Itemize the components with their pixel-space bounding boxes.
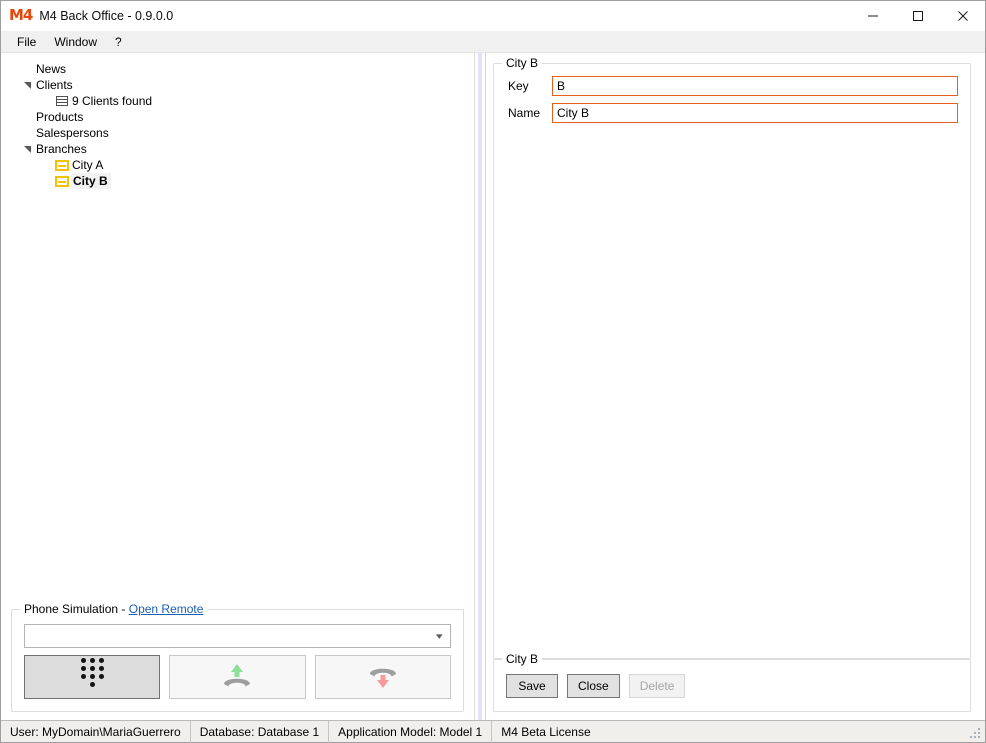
tree-item-clients[interactable]: Clients — [1, 77, 474, 93]
detail-groupbox: City B Key Name — [493, 56, 971, 659]
branch-icon — [53, 173, 71, 189]
status-bar: User: MyDomain\MariaGuerrero Database: D… — [1, 720, 985, 743]
key-input[interactable] — [552, 76, 958, 96]
menu-item-help[interactable]: ? — [107, 32, 130, 52]
grid-icon — [53, 93, 71, 109]
answer-call-button[interactable] — [169, 655, 306, 699]
status-user: User: MyDomain\MariaGuerrero — [1, 720, 191, 743]
name-input[interactable] — [552, 103, 958, 123]
close-icon[interactable] — [940, 1, 985, 31]
open-remote-link[interactable]: Open Remote — [129, 602, 204, 616]
pane-splitter[interactable] — [475, 53, 487, 720]
tree-item-label: City A — [72, 158, 104, 172]
save-button[interactable]: Save — [506, 674, 558, 698]
field-row-name: Name — [506, 103, 958, 123]
expander-placeholder — [19, 125, 35, 141]
phone-line-select[interactable]: ▾ — [24, 624, 451, 648]
hangup-call-button[interactable] — [314, 655, 451, 699]
title-bar-left: M4 M4 Back Office - 0.9.0.0 — [1, 8, 173, 24]
expander-expanded-icon[interactable] — [19, 141, 35, 157]
detail-form-wrapper: City B Key Name — [487, 53, 985, 659]
action-button-row: Save Close Delete — [506, 674, 958, 698]
tree-item-label: Salespersons — [36, 126, 109, 140]
tree-item-city-b[interactable]: City B — [1, 173, 474, 189]
name-field-label: Name — [508, 106, 541, 120]
menu-item-window[interactable]: Window — [46, 32, 105, 52]
detail-groupbox-title: City B — [502, 56, 543, 70]
keypad-icon — [80, 658, 104, 696]
window-controls — [850, 1, 985, 31]
expander-placeholder — [37, 173, 53, 189]
phone-simulation-panel: Phone Simulation - Open Remote ▾ — [1, 602, 474, 720]
tree-item-label: Branches — [36, 142, 87, 156]
window-title: M4 Back Office - 0.9.0.0 — [39, 9, 174, 23]
left-pane: News Clients 9 Clients found Products Salesp… — [1, 53, 475, 720]
tree-item-label: News — [36, 62, 67, 76]
status-license: M4 Beta License — [501, 724, 591, 739]
tree-item-salespersons[interactable]: Salespersons — [1, 125, 474, 141]
key-field-label: Key — [508, 79, 529, 93]
title-bar: M4 M4 Back Office - 0.9.0.0 — [1, 1, 985, 31]
phone-simulation-groupbox: Phone Simulation - Open Remote ▾ — [11, 602, 464, 712]
main-content: News Clients 9 Clients found Products Salesp… — [1, 53, 985, 720]
app-window: M4 M4 Back Office - 0.9.0.0 File Window … — [0, 0, 986, 743]
phone-simulation-title-text: Phone Simulation - — [24, 602, 129, 616]
tree-item-products[interactable]: Products — [1, 109, 474, 125]
keypad-button[interactable] — [24, 655, 161, 699]
expander-placeholder — [37, 93, 53, 109]
navigation-tree[interactable]: News Clients 9 Clients found Products Salesp… — [1, 53, 474, 603]
tree-item-label: Products — [36, 110, 84, 124]
phone-button-row — [24, 655, 451, 699]
minimize-icon[interactable] — [850, 1, 895, 31]
tree-item-news[interactable]: News — [1, 61, 474, 77]
close-button[interactable]: Close — [567, 674, 620, 698]
field-row-key: Key — [506, 76, 958, 96]
maximize-icon[interactable] — [895, 1, 940, 31]
tree-item-label: 9 Clients found — [72, 94, 153, 108]
chevron-down-icon: ▾ — [436, 630, 444, 641]
tree-item-9-clients-found[interactable]: 9 Clients found — [1, 93, 474, 109]
actions-groupbox: City B Save Close Delete — [493, 652, 971, 712]
tree-item-label: Clients — [36, 78, 73, 92]
tree-item-label: City B — [71, 173, 111, 189]
status-database: Database: Database 1 — [191, 720, 330, 743]
branch-icon — [53, 157, 71, 173]
tree-item-branches[interactable]: Branches — [1, 141, 474, 157]
menu-item-file[interactable]: File — [9, 32, 44, 52]
tree-item-city-a[interactable]: City A — [1, 157, 474, 173]
expander-placeholder — [19, 61, 35, 77]
phone-answer-icon — [217, 660, 257, 695]
app-logo-icon: M4 — [9, 6, 33, 24]
resize-grip-icon[interactable] — [968, 726, 982, 740]
expander-placeholder — [19, 109, 35, 125]
menu-bar: File Window ? — [1, 31, 985, 53]
expander-placeholder — [37, 157, 53, 173]
expander-expanded-icon[interactable] — [19, 77, 35, 93]
phone-hangup-icon — [363, 660, 403, 695]
actions-wrapper: City B Save Close Delete — [487, 652, 985, 720]
status-application-model: Application Model: Model 1 — [329, 720, 493, 743]
phone-simulation-title: Phone Simulation - Open Remote — [20, 602, 208, 616]
right-pane: City B Key Name City B Save — [487, 53, 985, 720]
delete-button: Delete — [628, 674, 686, 698]
actions-groupbox-title: City B — [502, 652, 543, 666]
